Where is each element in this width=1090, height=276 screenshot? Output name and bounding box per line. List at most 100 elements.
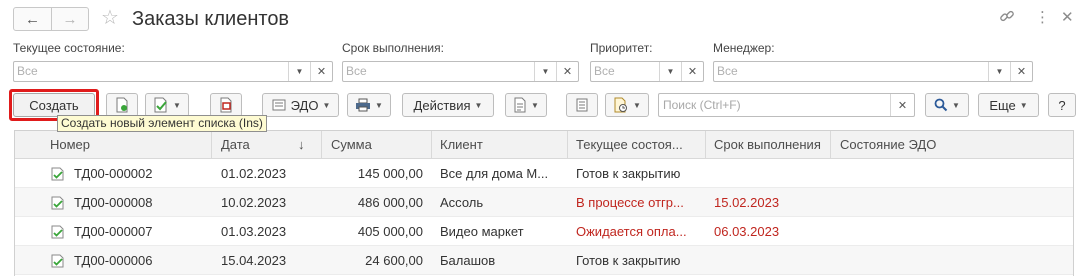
cell-client: Видео маркет bbox=[440, 224, 524, 239]
chevron-down-icon: ▼ bbox=[1019, 100, 1028, 110]
orders-table[interactable]: Номер Дата ↓ Сумма Клиент Текущее состоя… bbox=[14, 130, 1074, 276]
more-dropdown-button[interactable]: Еще ▼ bbox=[978, 93, 1039, 117]
posted-document-icon bbox=[51, 167, 64, 181]
printer-icon bbox=[356, 98, 371, 112]
filter-state-value[interactable]: Все bbox=[14, 62, 288, 81]
report-icon bbox=[514, 97, 526, 113]
actions-label: Действия bbox=[413, 97, 471, 113]
filter-manager-label: Менеджер: bbox=[713, 41, 775, 55]
forward-button[interactable]: → bbox=[51, 8, 88, 30]
filter-manager-value[interactable]: Все bbox=[714, 62, 988, 81]
page-title: Заказы клиентов bbox=[132, 8, 290, 30]
cell-number: ТД00-000002 bbox=[74, 166, 153, 181]
table-row[interactable]: ТД00-000006 15.04.2023 24 600,00 Балашов… bbox=[15, 246, 1073, 275]
filter-deadline-value[interactable]: Все bbox=[343, 62, 534, 81]
cell-sum: 24 600,00 bbox=[365, 253, 423, 268]
table-row[interactable]: ТД00-000007 01.03.2023 405 000,00 Видео … bbox=[15, 217, 1073, 246]
posted-document-icon bbox=[51, 196, 64, 210]
close-icon[interactable]: ✕ bbox=[1061, 8, 1074, 28]
cell-state: Ожидается опла... bbox=[576, 224, 687, 239]
clear-icon[interactable]: ✕ bbox=[556, 62, 578, 81]
clear-icon[interactable]: ✕ bbox=[681, 62, 703, 81]
filter-priority-field[interactable]: Все ▼ ✕ bbox=[590, 61, 704, 82]
filter-manager-field[interactable]: Все ▼ ✕ bbox=[713, 61, 1033, 82]
arrow-left-icon: ← bbox=[25, 10, 40, 28]
column-header-number[interactable]: Номер bbox=[50, 131, 210, 159]
create-tooltip: Создать новый элемент списка (Ins) bbox=[57, 115, 267, 132]
posted-document-icon bbox=[51, 225, 64, 239]
filter-priority-label: Приоритет: bbox=[590, 41, 653, 55]
list-icon bbox=[576, 98, 588, 112]
cell-sum: 145 000,00 bbox=[357, 166, 423, 181]
unpost-button[interactable] bbox=[210, 93, 242, 117]
column-header-client[interactable]: Клиент bbox=[440, 131, 565, 159]
arrow-right-icon: → bbox=[62, 10, 78, 28]
filter-state-label: Текущее состояние: bbox=[13, 41, 125, 55]
chevron-down-icon: ▼ bbox=[474, 100, 483, 110]
filter-priority-value[interactable]: Все bbox=[591, 62, 659, 81]
cell-date: 01.03.2023 bbox=[221, 224, 287, 239]
post-dropdown-button[interactable]: ▼ bbox=[145, 93, 189, 117]
more-label: Еще bbox=[989, 97, 1016, 113]
cell-sum: 486 000,00 bbox=[357, 195, 423, 210]
help-button[interactable]: ? bbox=[1048, 93, 1076, 117]
copy-button[interactable] bbox=[106, 93, 138, 117]
history-nav: ← → bbox=[13, 7, 89, 31]
edo-label: ЭДО bbox=[290, 97, 319, 113]
search-placeholder[interactable]: Поиск (Ctrl+F) bbox=[659, 94, 890, 116]
report-dropdown-button[interactable]: ▼ bbox=[505, 93, 547, 117]
cell-deadline bbox=[714, 159, 829, 188]
chevron-down-icon: ▼ bbox=[322, 100, 331, 110]
create-button[interactable]: Создать bbox=[13, 93, 95, 117]
column-header-date[interactable]: Дата bbox=[221, 131, 291, 159]
cell-state: Готов к закрытию bbox=[576, 166, 681, 181]
star-icon[interactable]: ☆ bbox=[101, 6, 119, 30]
cell-date: 01.02.2023 bbox=[221, 166, 287, 181]
cell-state: В процессе отгр... bbox=[576, 195, 684, 210]
column-header-state[interactable]: Текущее состоя... bbox=[576, 131, 701, 159]
cell-client: Ассоль bbox=[440, 195, 484, 210]
cell-client: Балашов bbox=[440, 253, 496, 268]
search-input[interactable]: Поиск (Ctrl+F) ✕ bbox=[658, 93, 915, 117]
chevron-down-icon[interactable]: ▼ bbox=[288, 62, 310, 81]
column-header-sum[interactable]: Сумма bbox=[331, 131, 431, 159]
search-icon bbox=[934, 98, 948, 112]
chevron-down-icon[interactable]: ▼ bbox=[534, 62, 556, 81]
filter-state-field[interactable]: Все ▼ ✕ bbox=[13, 61, 333, 82]
edo-dropdown-button[interactable]: ЭДО ▼ bbox=[262, 93, 339, 117]
filter-deadline-field[interactable]: Все ▼ ✕ bbox=[342, 61, 579, 82]
chevron-down-icon: ▼ bbox=[952, 100, 960, 110]
more-vertical-icon[interactable]: ⋮ bbox=[1035, 8, 1050, 28]
chevron-down-icon: ▼ bbox=[531, 100, 539, 110]
cell-date: 10.02.2023 bbox=[221, 195, 287, 210]
chevron-down-icon[interactable]: ▼ bbox=[659, 62, 681, 81]
cell-number: ТД00-000008 bbox=[74, 195, 153, 210]
chevron-down-icon: ▼ bbox=[375, 100, 383, 110]
actions-dropdown-button[interactable]: Действия ▼ bbox=[402, 93, 494, 117]
table-row[interactable]: ТД00-000002 01.02.2023 145 000,00 Все дл… bbox=[15, 159, 1073, 188]
posted-document-icon bbox=[51, 254, 64, 268]
cell-edo bbox=[840, 188, 990, 217]
unpost-doc-icon bbox=[220, 97, 232, 113]
history-dropdown-button[interactable]: ▼ bbox=[605, 93, 649, 117]
table-row[interactable]: ТД00-000008 10.02.2023 486 000,00 Ассоль… bbox=[15, 188, 1073, 217]
cell-deadline: 15.02.2023 bbox=[714, 195, 780, 210]
search-dropdown-button[interactable]: ▼ bbox=[925, 93, 969, 117]
clear-icon[interactable]: ✕ bbox=[1010, 62, 1032, 81]
link-icon[interactable] bbox=[999, 8, 1015, 30]
sort-arrow-icon: ↓ bbox=[298, 137, 305, 152]
column-header-edo[interactable]: Состояние ЭДО bbox=[840, 131, 990, 159]
cell-client: Все для дома М... bbox=[440, 166, 549, 181]
list-settings-button[interactable] bbox=[566, 93, 598, 117]
chevron-down-icon[interactable]: ▼ bbox=[988, 62, 1010, 81]
clear-icon[interactable]: ✕ bbox=[310, 62, 332, 81]
clear-icon[interactable]: ✕ bbox=[890, 94, 914, 116]
cell-sum: 405 000,00 bbox=[357, 224, 423, 239]
print-dropdown-button[interactable]: ▼ bbox=[347, 93, 391, 117]
column-header-deadline[interactable]: Срок выполнения bbox=[714, 131, 829, 159]
copy-doc-icon bbox=[116, 97, 128, 113]
back-button[interactable]: ← bbox=[14, 8, 51, 30]
chevron-down-icon: ▼ bbox=[633, 100, 641, 110]
cell-number: ТД00-000006 bbox=[74, 253, 153, 268]
chevron-down-icon: ▼ bbox=[173, 100, 181, 110]
